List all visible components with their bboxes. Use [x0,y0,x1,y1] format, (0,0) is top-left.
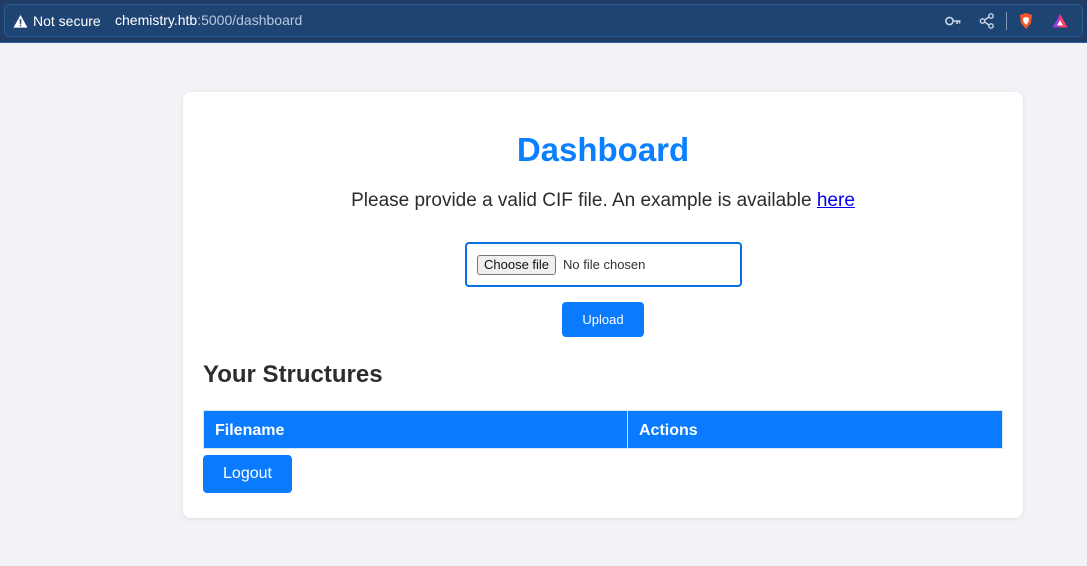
intro-text: Please provide a valid CIF file. An exam… [183,190,1023,212]
url-text[interactable]: chemistry.htb:5000/dashboard [115,12,302,28]
example-link[interactable]: here [817,190,855,211]
choose-file-button[interactable]: Choose file [477,255,557,275]
section-title: Your Structures [203,361,383,388]
browser-toolbar: Not secure chemistry.htb:5000/dashboard [0,0,1087,43]
intro-message: Please provide a valid CIF file. An exam… [351,190,817,211]
page-title: Dashboard [516,131,690,168]
share-icon[interactable] [978,12,996,30]
file-status: No file chosen [563,257,646,272]
url-host: chemistry.htb [115,12,198,28]
column-header-filename: Filename [203,410,628,449]
toolbar-divider [1006,12,1007,30]
file-input[interactable]: Choose file No file chosen [465,242,742,287]
upload-button[interactable]: Upload [562,302,644,337]
address-bar[interactable]: Not secure chemistry.htb:5000/dashboard [4,4,1083,37]
security-indicator[interactable]: Not secure [13,12,101,30]
brave-shield-icon[interactable] [1017,12,1035,30]
key-icon[interactable] [944,12,962,30]
structures-table-header: Filename Actions [203,410,1003,449]
security-label: Not secure [33,13,101,29]
column-header-actions: Actions [628,410,1003,449]
toolbar-icons [944,11,1069,31]
dashboard-card: Dashboard Please provide a valid CIF fil… [183,92,1023,518]
url-path: :5000/dashboard [197,12,303,28]
brave-rewards-icon[interactable] [1051,12,1069,30]
logout-button[interactable]: Logout [203,455,292,493]
warning-icon [13,14,28,28]
